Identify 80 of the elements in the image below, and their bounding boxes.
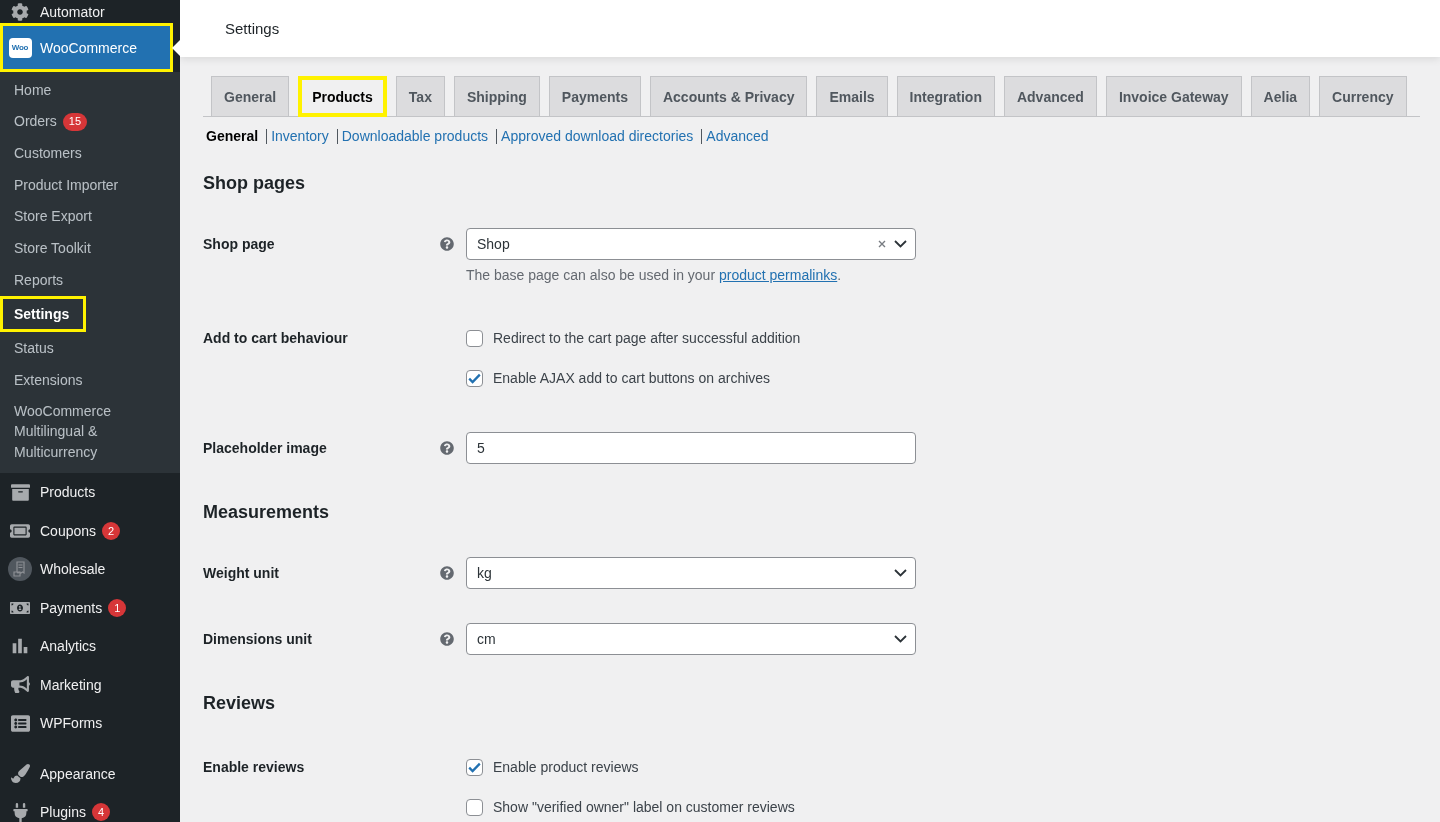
submenu-item[interactable]: Settings [0,295,87,333]
submenu-item[interactable]: Store Toolkit [0,232,180,265]
count-badge: 2 [102,521,121,540]
menu-item[interactable]: Woo WooCommerce [0,23,173,72]
submenu-item[interactable]: Status [0,332,180,364]
paintbrush-icon [10,764,30,784]
menu-item[interactable]: Wholesale [0,550,180,589]
menu-item[interactable]: Automator [0,0,180,23]
checkbox[interactable] [466,329,483,347]
select-field[interactable]: Shop [466,228,916,260]
submenu-item[interactable]: WooCommerce Multilingual & Multicurrency [0,395,180,468]
tab[interactable]: Advanced [1003,76,1097,117]
subtab-link[interactable]: General [206,126,259,146]
menu-item[interactable]: Analytics [0,627,180,666]
menu-item[interactable]: Coupons 2 [0,511,180,551]
megaphone-icon [10,675,30,695]
tab[interactable]: Integration [896,76,995,117]
subtab-link[interactable]: Approved download directories [501,126,694,146]
receipt-icon [8,557,32,582]
tab[interactable]: Accounts & Privacy [649,76,808,117]
menu-item[interactable]: Products [0,473,180,512]
chevron-down-icon [894,635,907,643]
field-label: Weight unit [203,564,280,583]
tab[interactable]: Aelia [1250,76,1311,117]
clear-icon[interactable] [878,240,886,248]
store-logo: Woo [8,37,32,58]
submenu-item[interactable]: Extensions [0,364,180,396]
field-description: The base page can also be used in your product permalinks. [466,266,843,285]
checkbox-label[interactable]: Redirect to the cart page after successful addition [493,330,801,346]
submenu-item[interactable]: Reports [0,264,180,296]
tab[interactable]: General [211,76,290,117]
select-field[interactable]: cm [466,623,916,655]
menu-item[interactable]: Payments 1 [0,588,180,628]
menu-item[interactable]: Plugins 4 [0,793,180,822]
menu-item[interactable]: Appearance [0,754,180,794]
section-heading: Measurements [203,501,331,524]
section-heading: Shop pages [203,172,306,195]
section-heading: Reviews [203,692,277,715]
count-badge: 1 [108,598,127,617]
tab[interactable]: Currency [1319,76,1407,117]
gear-icon [11,2,29,21]
tab[interactable]: Tax [395,76,445,117]
select-field[interactable]: kg [466,557,916,589]
chevron-down-icon [894,240,907,248]
submenu-item[interactable]: Customers [0,137,180,170]
tab[interactable]: Payments [548,76,641,117]
field-label: Shop page [203,235,276,254]
checkbox-label[interactable]: Enable product reviews [493,759,639,775]
submenu-item[interactable]: Product Importer [0,169,180,201]
text-input-field[interactable]: 5 [466,432,916,464]
checkbox[interactable] [466,369,483,387]
submenu-item[interactable]: Orders 15 [0,105,180,138]
field-label: Add to cart behaviour [203,329,349,348]
submenu-item[interactable]: Home [0,74,180,106]
count-badge: 15 [62,112,88,131]
subtab-link[interactable]: Downloadable products [341,126,489,146]
tab[interactable]: Emails [816,76,888,117]
checkbox-label[interactable]: Enable AJAX add to cart buttons on archives [493,370,771,386]
tab[interactable]: Shipping [453,76,540,117]
field-label: Placeholder image [203,439,328,458]
tab[interactable]: Products [298,76,387,117]
chevron-down-icon [894,569,907,577]
list-icon [10,713,30,733]
submenu-item[interactable]: Store Export [0,200,180,233]
plug-icon [10,802,30,822]
checkbox[interactable] [466,798,483,816]
checkbox[interactable] [466,758,483,776]
field-label: Dimensions unit [203,630,313,649]
menu-item[interactable]: Marketing [0,665,180,705]
checkmark-icon [468,761,481,773]
subtab-link[interactable]: Inventory [271,126,329,146]
page-title: Settings [225,20,280,37]
checkmark-icon [468,372,481,384]
field-label: Enable reviews [203,758,306,777]
subtab-link[interactable]: Advanced [706,126,769,146]
tab[interactable]: Invoice Gateway [1105,76,1242,117]
archive-box-icon [10,482,30,502]
menu-item[interactable]: WPForms [0,704,180,743]
checkbox-label[interactable]: Show "verified owner" label on customer reviews [493,799,795,815]
count-badge: 4 [91,803,111,822]
